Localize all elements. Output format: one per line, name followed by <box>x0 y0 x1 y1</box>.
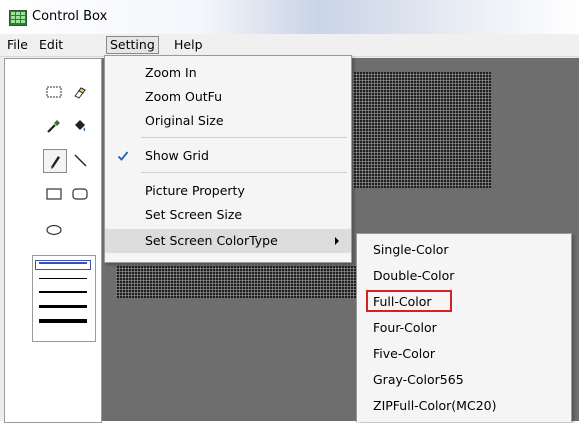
rounded-rectangle-icon[interactable] <box>69 183 91 205</box>
colortype-zipfull-color[interactable]: ZIPFull-Color(MC20) <box>357 393 571 419</box>
colortype-label: Single-Color <box>373 242 449 257</box>
checkmark-icon <box>115 144 131 168</box>
menu-set-screen-colortype[interactable]: Set Screen ColorType <box>105 229 351 253</box>
menu-file[interactable]: File <box>4 37 31 53</box>
menu-set-screen-colortype-label: Set Screen ColorType <box>145 233 278 248</box>
colortype-label: Full-Color <box>373 294 432 309</box>
pixel-grid-bottom <box>116 266 378 298</box>
menu-original-size[interactable]: Original Size <box>105 109 351 133</box>
colortype-label: Four-Color <box>373 320 437 335</box>
window-title: Control Box <box>32 9 108 24</box>
menu-help[interactable]: Help <box>171 37 206 53</box>
ellipse-icon[interactable] <box>43 219 65 241</box>
menu-separator <box>141 172 347 173</box>
colortype-single-color[interactable]: Single-Color <box>357 237 571 263</box>
menu-bar: File Edit Setting Help <box>0 34 579 57</box>
toolbox-panel <box>4 58 102 423</box>
rectangle-icon[interactable] <box>43 183 65 205</box>
menu-zoom-in-label: Zoom In <box>145 65 197 80</box>
colortype-label: Double-Color <box>373 268 455 283</box>
colortype-double-color[interactable]: Double-Color <box>357 263 571 289</box>
menu-show-grid[interactable]: Show Grid <box>105 144 351 168</box>
colortype-label: Gray-Color565 <box>373 372 464 387</box>
menu-set-screen-size[interactable]: Set Screen Size <box>105 203 351 227</box>
menu-separator <box>141 137 347 138</box>
pencil-icon[interactable] <box>43 149 67 173</box>
menu-picture-property[interactable]: Picture Property <box>105 179 351 203</box>
title-bar[interactable]: Control Box <box>0 0 579 35</box>
menu-zoom-in[interactable]: Zoom In <box>105 61 351 85</box>
menu-original-size-label: Original Size <box>145 113 224 128</box>
colortype-label: ZIPFull-Color(MC20) <box>373 398 497 413</box>
fill-bucket-icon[interactable] <box>69 115 91 137</box>
colortype-gray-color565[interactable]: Gray-Color565 <box>357 367 571 393</box>
colortype-label: Five-Color <box>373 346 435 361</box>
menu-show-grid-label: Show Grid <box>145 148 209 163</box>
menu-edit[interactable]: Edit <box>36 37 66 53</box>
line-icon[interactable] <box>69 149 91 171</box>
rectangle-select-icon[interactable] <box>43 81 65 103</box>
colortype-five-color[interactable]: Five-Color <box>357 341 571 367</box>
colortype-submenu: Single-Color Double-Color Full-Color Fou… <box>356 233 572 422</box>
submenu-arrow-icon <box>335 237 339 245</box>
eyedropper-icon[interactable] <box>43 115 65 137</box>
control-box-window: Control Box File Edit Setting Help Zoom … <box>0 0 579 423</box>
eraser-icon[interactable] <box>69 81 91 103</box>
colortype-four-color[interactable]: Four-Color <box>357 315 571 341</box>
line-width-selection <box>35 260 91 270</box>
menu-setting[interactable]: Setting <box>106 36 159 54</box>
pixel-grid-top <box>353 72 491 188</box>
line-width-4[interactable] <box>39 305 87 308</box>
line-width-2[interactable] <box>39 278 87 279</box>
line-width-5[interactable] <box>39 319 87 323</box>
menu-set-screen-size-label: Set Screen Size <box>145 207 243 222</box>
setting-menu: Zoom In Zoom OutFu Original Size Show Gr… <box>104 55 352 263</box>
line-width-3[interactable] <box>39 291 87 293</box>
colortype-full-color[interactable]: Full-Color <box>357 289 571 315</box>
line-width-picker <box>32 255 96 342</box>
menu-zoom-out[interactable]: Zoom OutFu <box>105 85 351 109</box>
app-grid-icon <box>9 10 27 26</box>
menu-picture-property-label: Picture Property <box>145 183 245 198</box>
menu-zoom-out-label: Zoom OutFu <box>145 89 223 104</box>
